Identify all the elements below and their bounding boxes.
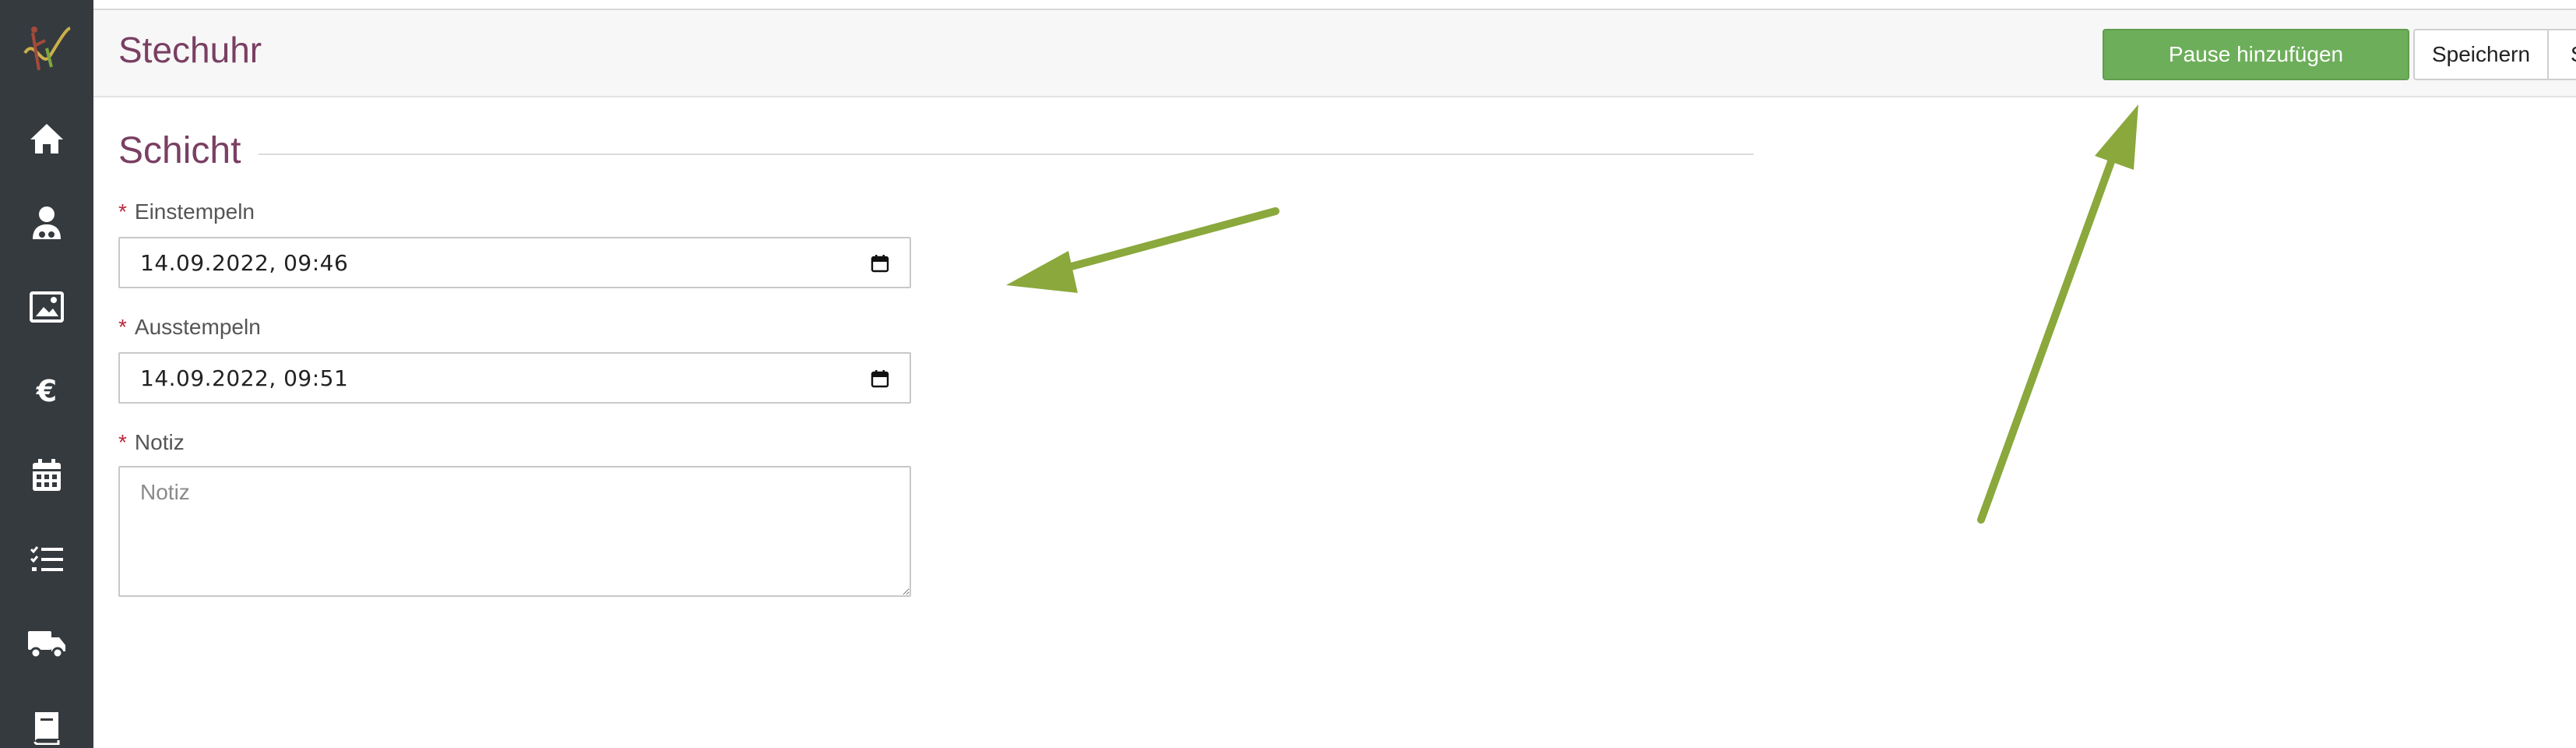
sidebar-item-calendar[interactable] — [0, 433, 93, 517]
clock-out-label-text: Ausstempeln — [134, 315, 261, 339]
app-logo[interactable] — [0, 8, 93, 92]
sidebar-item-docs[interactable] — [0, 686, 93, 748]
sidebar-item-images[interactable] — [0, 265, 93, 349]
arrow-to-clock-in — [1006, 207, 1279, 293]
note-label-text: Notiz — [134, 430, 185, 454]
clock-in-value: 14.09.2022, 09:46 — [140, 249, 349, 276]
clock-in-label-text: Einstempeln — [134, 199, 255, 224]
sidebar-item-finance[interactable]: € — [0, 349, 93, 433]
sidebar: € — [0, 0, 93, 748]
checklist-icon — [30, 546, 63, 571]
truck-icon — [28, 631, 65, 659]
clock-out-value: 14.09.2022, 09:51 — [140, 365, 349, 391]
calendar-picker-icon[interactable] — [871, 369, 889, 388]
calendar-picker-icon[interactable] — [871, 254, 889, 273]
home-icon — [30, 124, 63, 153]
book-icon — [33, 712, 60, 745]
clock-out-label: * Ausstempeln — [118, 315, 261, 340]
svg-text:€: € — [36, 375, 57, 408]
clock-in-label: * Einstempeln — [118, 199, 255, 224]
arrow-to-pause-button — [1977, 104, 2138, 524]
clock-in-input[interactable]: 14.09.2022, 09:46 — [118, 237, 911, 288]
user-icon — [33, 206, 61, 239]
required-marker: * — [118, 315, 127, 339]
euro-icon: € — [36, 375, 57, 408]
close-button[interactable]: Schließen — [2547, 29, 2576, 80]
sidebar-item-tasks[interactable] — [0, 517, 93, 602]
required-marker: * — [118, 199, 127, 224]
calendar-icon — [33, 459, 61, 491]
clock-out-input[interactable]: 14.09.2022, 09:51 — [118, 352, 911, 404]
sidebar-item-home[interactable] — [0, 97, 93, 181]
save-button[interactable]: Speichern — [2413, 29, 2549, 80]
required-marker: * — [118, 430, 127, 454]
section-divider — [259, 153, 1754, 155]
note-textarea[interactable] — [118, 466, 911, 597]
top-border — [93, 0, 2576, 10]
page-title: Stechuhr — [118, 30, 262, 70]
note-label: * Notiz — [118, 430, 185, 455]
image-icon — [30, 291, 64, 323]
section-title: Schicht — [118, 130, 241, 171]
sidebar-item-delivery[interactable] — [0, 602, 93, 686]
add-pause-button[interactable]: Pause hinzufügen — [2103, 29, 2409, 80]
sidebar-item-user[interactable] — [0, 181, 93, 265]
logo-icon — [23, 26, 72, 71]
header: Stechuhr Pause hinzufügen Speichern Schl… — [93, 10, 2576, 97]
